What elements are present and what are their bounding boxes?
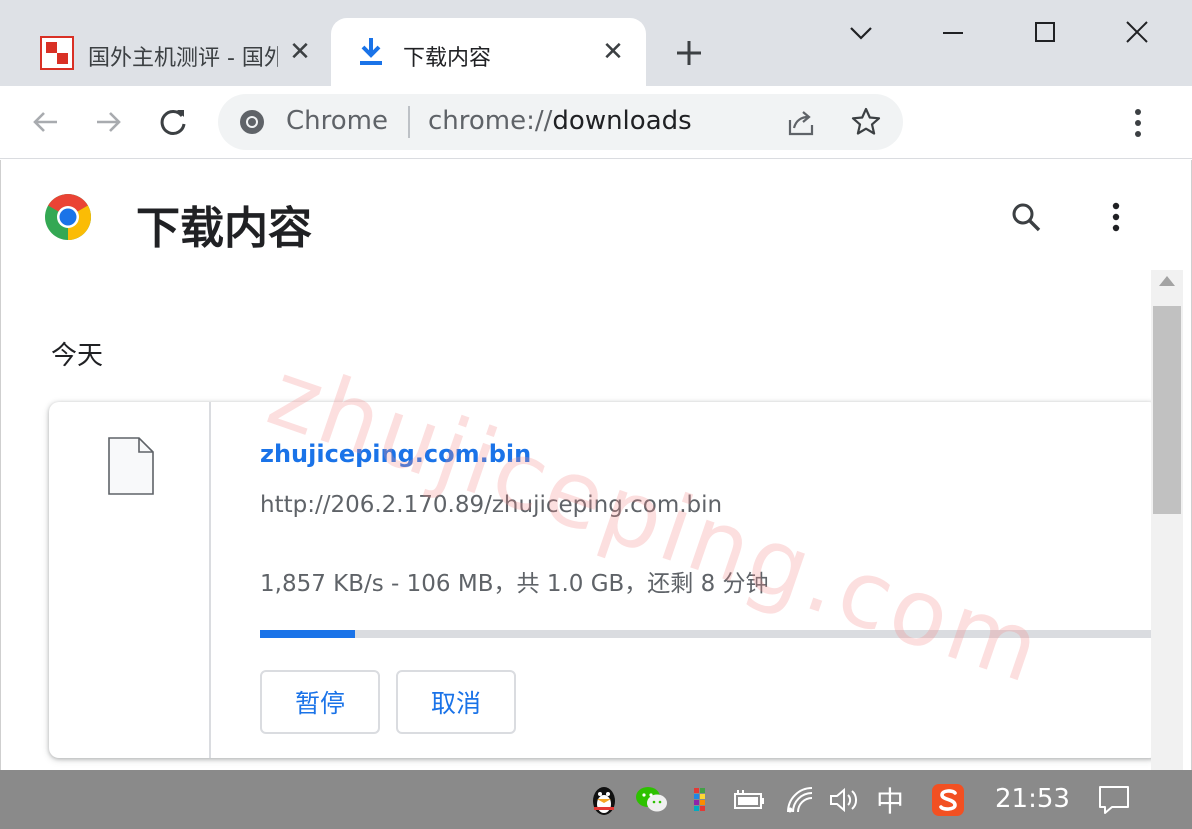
more-actions-icon[interactable] <box>1099 198 1133 238</box>
back-arrow-icon[interactable] <box>27 104 63 140</box>
date-header: 今天 <box>51 341 104 371</box>
tab-close-icon[interactable]: ✕ <box>286 38 314 66</box>
sogou-ime-icon[interactable] <box>930 782 966 818</box>
wechat-icon[interactable] <box>634 782 670 818</box>
pause-button[interactable]: 暂停 <box>260 670 380 734</box>
file-source-url[interactable]: http://206.2.170.89/zhujiceping.com.bin <box>260 492 722 518</box>
tab-downloads[interactable]: 下载内容 ✕ <box>331 18 646 86</box>
download-item: zhujiceping.com.bin http://206.2.170.89/… <box>49 402 1160 758</box>
app-grid-icon[interactable] <box>684 782 720 818</box>
bookmark-star-icon[interactable] <box>850 106 882 138</box>
url-scheme: chrome:// <box>428 106 553 136</box>
url-host: downloads <box>552 106 692 136</box>
file-name-link[interactable]: zhujiceping.com.bin <box>260 440 531 468</box>
site-favicon-icon <box>40 36 74 70</box>
omnibox-chip-label: Chrome <box>286 106 388 136</box>
forward-arrow-icon[interactable] <box>91 104 127 140</box>
reload-icon[interactable] <box>155 104 191 140</box>
volume-icon[interactable] <box>826 782 862 818</box>
browser-menu-icon[interactable] <box>1122 106 1154 140</box>
ime-indicator[interactable]: 中 <box>876 780 904 820</box>
page-scrollbar[interactable] <box>1151 270 1183 770</box>
wifi-icon[interactable] <box>782 782 818 818</box>
download-icon <box>360 38 382 65</box>
file-icon <box>108 437 154 495</box>
tab-close-icon[interactable]: ✕ <box>599 38 627 66</box>
omnibox-url[interactable]: chrome://downloads <box>428 106 692 136</box>
omnibox-separator <box>408 106 410 138</box>
page-title: 下载内容 <box>136 203 312 254</box>
battery-charging-icon[interactable] <box>730 782 766 818</box>
omnibox[interactable]: Chrome chrome://downloads <box>218 94 903 150</box>
chrome-chip-icon <box>240 110 264 134</box>
tab-search-chevron-icon[interactable] <box>838 10 884 56</box>
window-close-icon[interactable] <box>1114 10 1160 56</box>
file-icon-column <box>49 402 211 758</box>
new-tab-plus-icon[interactable] <box>672 36 706 70</box>
search-icon[interactable] <box>1007 198 1047 238</box>
share-icon[interactable] <box>786 108 816 138</box>
download-progress-bar <box>260 630 1160 638</box>
minimize-icon[interactable] <box>930 10 976 56</box>
maximize-icon[interactable] <box>1022 10 1068 56</box>
cancel-button[interactable]: 取消 <box>396 670 516 734</box>
tab-title: 下载内容 <box>403 46 492 71</box>
taskbar: 中 21:53 <box>0 770 1192 829</box>
action-center-icon[interactable] <box>1096 782 1132 818</box>
chrome-logo-icon <box>45 194 91 240</box>
qq-penguin-icon[interactable] <box>586 782 622 818</box>
tab-zhujiceping[interactable]: 国外主机测评 - 国外VPS ✕ <box>20 18 326 86</box>
toolbar: Chrome chrome://downloads <box>0 86 1192 159</box>
tab-title: 国外主机测评 - 国外VPS <box>88 46 278 71</box>
download-status: 1,857 KB/s - 106 MB，共 1.0 GB，还剩 8 分钟 <box>260 571 769 597</box>
downloads-page: 下载内容 今天 zhujiceping.com.bin http://206.2… <box>0 160 1192 770</box>
scroll-up-arrow-icon[interactable] <box>1159 276 1175 286</box>
tab-strip: 国外主机测评 - 国外VPS ✕ 下载内容 ✕ <box>0 0 1192 86</box>
download-progress-fill <box>260 630 356 638</box>
scroll-thumb[interactable] <box>1153 306 1181 514</box>
taskbar-clock[interactable]: 21:53 <box>995 784 1070 814</box>
